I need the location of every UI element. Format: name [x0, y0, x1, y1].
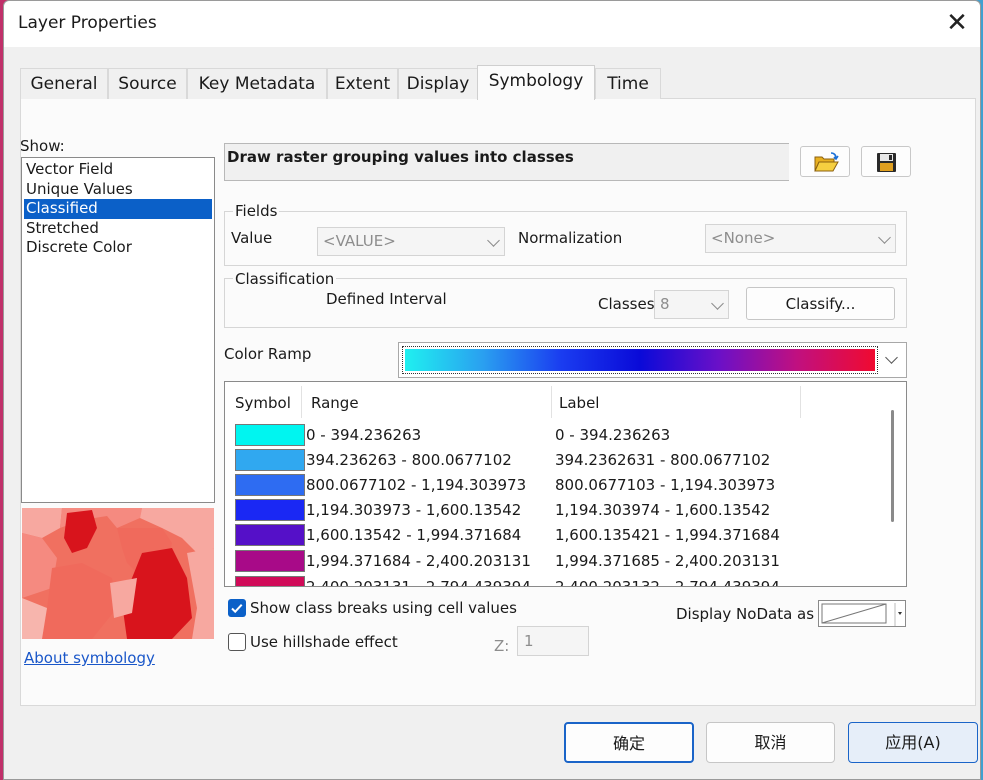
- color-ramp-gradient: [405, 349, 875, 371]
- label-cell[interactable]: 1,194.303974 - 1,600.13542: [555, 499, 770, 521]
- symbol-swatch[interactable]: [235, 524, 305, 546]
- range-cell: 1,994.371684 - 2,400.203131: [306, 552, 531, 570]
- normalization-label: Normalization: [518, 229, 623, 247]
- show-list[interactable]: Vector Field Unique Values Classified St…: [21, 157, 215, 503]
- label-cell[interactable]: 1,600.135421 - 1,994.371684: [555, 524, 780, 546]
- symbol-swatch[interactable]: [235, 550, 305, 572]
- normalization-select[interactable]: <None>: [705, 224, 896, 253]
- label-cell[interactable]: 0 - 394.236263: [555, 424, 670, 446]
- fields-legend: Fields: [233, 202, 280, 220]
- header-label[interactable]: Label: [549, 382, 799, 422]
- save-layer-file-button[interactable]: [861, 146, 911, 177]
- table-row[interactable]: 0 - 394.236263 0 - 394.236263: [225, 422, 885, 447]
- nodata-color-picker[interactable]: [818, 600, 906, 627]
- close-icon: ✕: [946, 8, 968, 38]
- z-factor-input[interactable]: 1: [517, 626, 589, 656]
- open-layer-file-button[interactable]: [800, 146, 850, 177]
- symbol-swatch[interactable]: [235, 449, 305, 471]
- z-label: Z:: [494, 637, 510, 655]
- show-item-unique-values[interactable]: Unique Values: [22, 180, 214, 200]
- classification-method: Defined Interval: [326, 290, 447, 308]
- renderer-description: Draw raster grouping values into classes: [224, 143, 789, 181]
- classify-button[interactable]: Classify...: [746, 287, 895, 320]
- range-cell: 394.236263 - 800.0677102: [306, 451, 512, 469]
- cancel-button[interactable]: 取消: [706, 722, 835, 763]
- chevron-down-icon: [885, 351, 898, 364]
- classes-label: Classes: [598, 295, 655, 313]
- label-cell[interactable]: 2,400.203132 - 2,794.439394: [555, 576, 780, 586]
- table-row[interactable]: 1,994.371684 - 2,400.203131 1,994.371685…: [225, 548, 885, 573]
- classes-select[interactable]: 8: [654, 290, 729, 319]
- nodata-label: Display NoData as: [676, 605, 815, 623]
- close-button[interactable]: ✕: [938, 5, 976, 43]
- tab-key-metadata[interactable]: Key Metadata: [187, 68, 327, 99]
- label-cell[interactable]: 1,994.371685 - 2,400.203131: [555, 550, 780, 572]
- chevron-down-icon: [487, 234, 500, 247]
- symbol-swatch[interactable]: [235, 474, 305, 496]
- header-range[interactable]: Range: [301, 382, 551, 422]
- label-cell[interactable]: 800.0677103 - 1,194.303973: [555, 474, 775, 496]
- title-bar: Layer Properties ✕: [4, 1, 980, 47]
- label-cell[interactable]: 394.2362631 - 800.0677102: [555, 449, 770, 471]
- classification-legend: Classification: [233, 270, 337, 288]
- symbol-swatch[interactable]: [235, 499, 305, 521]
- hillshade-checkbox[interactable]: [228, 633, 246, 651]
- tab-symbology[interactable]: Symbology: [477, 65, 595, 100]
- show-class-breaks-checkbox[interactable]: [228, 599, 246, 617]
- window-title: Layer Properties: [18, 13, 157, 33]
- table-row[interactable]: 2,400.203131 - 2,794.439394 2,400.203132…: [225, 574, 885, 587]
- header-symbol[interactable]: Symbol: [225, 382, 300, 422]
- symbol-swatch[interactable]: [235, 424, 305, 446]
- show-item-stretched[interactable]: Stretched: [22, 219, 214, 239]
- table-row[interactable]: 1,194.303973 - 1,600.13542 1,194.303974 …: [225, 497, 885, 522]
- tab-source[interactable]: Source: [108, 68, 187, 99]
- tab-extent[interactable]: Extent: [327, 68, 398, 99]
- show-class-breaks-label[interactable]: Show class breaks using cell values: [250, 599, 517, 617]
- chevron-down-icon: [711, 297, 724, 310]
- show-item-vector-field[interactable]: Vector Field: [22, 160, 214, 180]
- show-label: Show:: [20, 137, 65, 155]
- ok-button[interactable]: 确定: [564, 722, 694, 763]
- dropdown-arrow-icon: [898, 612, 902, 615]
- value-label: Value: [231, 229, 273, 247]
- tab-display[interactable]: Display: [398, 68, 478, 99]
- apply-button[interactable]: 应用(A): [848, 722, 978, 763]
- chevron-down-icon: [878, 231, 891, 244]
- table-row[interactable]: 800.0677102 - 1,194.303973 800.0677103 -…: [225, 472, 885, 497]
- hillshade-label[interactable]: Use hillshade effect: [250, 633, 398, 651]
- color-ramp-select[interactable]: [398, 342, 907, 378]
- symbol-swatch[interactable]: [235, 576, 305, 586]
- range-cell: 800.0677102 - 1,194.303973: [306, 476, 527, 494]
- show-item-classified[interactable]: Classified: [24, 199, 212, 219]
- range-cell: 1,194.303973 - 1,600.13542: [306, 501, 522, 519]
- symbology-preview-image: [22, 508, 214, 639]
- tab-time[interactable]: Time: [595, 68, 661, 99]
- value-field-select[interactable]: <VALUE>: [317, 227, 505, 256]
- table-row[interactable]: 1,600.13542 - 1,994.371684 1,600.135421 …: [225, 522, 885, 547]
- checkmark-icon: [231, 604, 243, 614]
- color-ramp-label: Color Ramp: [224, 345, 312, 363]
- table-row[interactable]: 394.236263 - 800.0677102 394.2362631 - 8…: [225, 447, 885, 472]
- show-item-discrete-color[interactable]: Discrete Color: [22, 238, 214, 258]
- range-cell: 2,400.203131 - 2,794.439394: [306, 578, 531, 587]
- range-cell: 0 - 394.236263: [306, 426, 422, 444]
- table-scrollbar[interactable]: [891, 410, 894, 522]
- folder-open-icon: [814, 152, 839, 172]
- class-breaks-table[interactable]: Symbol Range Label 0 - 394.236263 0 - 39…: [224, 381, 907, 587]
- tab-general[interactable]: General: [20, 68, 108, 99]
- range-cell: 1,600.13542 - 1,994.371684: [306, 526, 522, 544]
- save-floppy-icon: [877, 153, 896, 172]
- about-symbology-link[interactable]: About symbology: [24, 649, 155, 667]
